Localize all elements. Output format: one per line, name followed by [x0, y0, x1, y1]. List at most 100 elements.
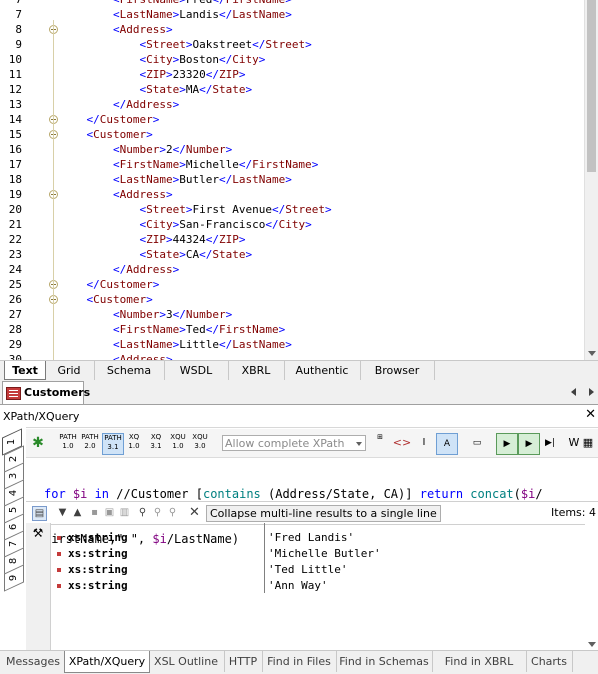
output-tab-xsl-outline[interactable]: XSL Outline: [148, 651, 225, 672]
line-number: 26: [8, 293, 22, 306]
tag-name: ZIP: [218, 68, 239, 81]
find-icon[interactable]: ⚲: [136, 506, 149, 519]
result-row[interactable]: xs:string 'Michelle Butler': [50, 546, 584, 562]
code-line: <Number>3</Number>: [60, 307, 232, 322]
text-format-icon[interactable]: A: [436, 433, 458, 455]
line-number: 27: [8, 308, 22, 321]
scroll-down-arrow-icon[interactable]: [588, 351, 596, 356]
tag-name: ZIP: [146, 233, 166, 246]
line-number: 25: [8, 278, 22, 291]
xpath-2-0-button[interactable]: PATH 2.0: [80, 433, 100, 453]
clear-results-icon[interactable]: ✕: [188, 506, 201, 519]
tag-bracket: >: [245, 83, 253, 96]
editor-vertical-scrollbar[interactable]: [584, 0, 598, 360]
view-tab-grid[interactable]: Grid: [44, 361, 95, 380]
xquery-update-1-0-button[interactable]: XQU 1.0: [168, 433, 188, 453]
text-cursor-icon[interactable]: I: [414, 433, 434, 453]
close-icon[interactable]: ✕: [585, 407, 596, 422]
xpath-expression-input[interactable]: for $i in //Customer [contains (Address/…: [44, 457, 584, 546]
run-continuous-icon[interactable]: ▶: [518, 433, 540, 455]
layout-icon[interactable]: ▦: [578, 433, 598, 453]
scroll-down-arrow-icon[interactable]: [588, 642, 596, 647]
view-tab-schema[interactable]: Schema: [94, 361, 165, 380]
tag-bracket: </: [199, 248, 213, 261]
result-row[interactable]: xs:string 'Ted Little': [50, 562, 584, 578]
code-tags-icon[interactable]: <>: [392, 433, 412, 453]
tag-bracket: </: [252, 38, 266, 51]
copy-text-icon[interactable]: ▥: [118, 506, 131, 519]
view-tab-wsdl[interactable]: WSDL: [164, 361, 229, 380]
tag-name: Customer: [99, 113, 153, 126]
result-type: xs:string: [68, 563, 128, 576]
xquery-1-0-button[interactable]: XQ 1.0: [124, 433, 144, 453]
output-tab-xpath-xquery[interactable]: XPath/XQuery: [64, 651, 150, 673]
results-vertical-scrollbar[interactable]: [585, 523, 598, 651]
xpath-mode-dropdown[interactable]: Allow complete XPath: [222, 435, 366, 451]
view-tab-xbrl[interactable]: XBRL: [228, 361, 285, 380]
xpath-1-0-button[interactable]: PATH 1.0: [58, 433, 78, 453]
tag-name: City: [146, 53, 173, 66]
expression-text: /: [535, 487, 543, 501]
output-tab-find-in-schemas[interactable]: Find in Schemas: [336, 651, 433, 672]
line-number: 14: [8, 113, 22, 126]
copy-all-icon[interactable]: ▣: [103, 506, 116, 519]
xquery-3-1-button[interactable]: XQ 3.1: [146, 433, 166, 453]
result-row[interactable]: xs:string 'Fred Landis': [50, 530, 584, 546]
debug-icon[interactable]: ✱: [28, 433, 48, 453]
fold-guide: [53, 185, 54, 280]
document-tab-customers[interactable]: Customers: [2, 381, 90, 404]
view-tab-text[interactable]: Text: [4, 361, 46, 380]
line-number: 28: [8, 323, 22, 336]
code-area[interactable]: <FirstName>Fred</FirstName> <LastName>La…: [60, 0, 585, 360]
xquery-update-3-0-button[interactable]: XQU 3.0: [190, 433, 210, 453]
find-next-icon[interactable]: ⚲: [151, 506, 164, 519]
xpath-window-title: XPath/XQuery: [3, 410, 80, 423]
previous-result-up-icon[interactable]: ▲: [71, 506, 84, 519]
output-tab-charts[interactable]: Charts: [526, 651, 573, 672]
code-line: <Street>Oakstreet</Street>: [60, 37, 311, 52]
copy-icon[interactable]: ▪: [88, 506, 101, 519]
element-text: San-Francisco: [179, 218, 266, 231]
code-line: <FirstName>Michelle</FirstName>: [60, 157, 318, 172]
results-column-separator[interactable]: [264, 523, 265, 593]
tab-scroll-right-icon[interactable]: [589, 388, 594, 396]
output-tab-http[interactable]: HTTP: [224, 651, 263, 672]
line-number: 8: [15, 23, 22, 36]
find-previous-icon[interactable]: ⚲: [166, 506, 179, 519]
xpath-3-1-button[interactable]: PATH 3.1: [102, 433, 124, 455]
view-tab-authentic[interactable]: Authentic: [284, 361, 361, 380]
tag-name: Number: [185, 308, 226, 321]
line-number: 16: [8, 143, 22, 156]
next-result-down-icon[interactable]: ▼: [56, 506, 69, 519]
tab-scroll-left-icon[interactable]: [571, 388, 576, 396]
output-tab-messages[interactable]: Messages: [2, 651, 65, 672]
output-tab-find-in-files[interactable]: Find in Files: [262, 651, 337, 672]
tag-name: Street: [265, 38, 306, 51]
function-name: contains: [202, 487, 261, 501]
code-line: <State>CA</State>: [60, 247, 252, 262]
highlight-icon[interactable]: ▭: [467, 433, 487, 453]
tag-bracket: </: [271, 203, 286, 216]
collapse-multiline-button[interactable]: Collapse multi-line results to a single …: [206, 505, 441, 522]
results-options-icon[interactable]: ▤: [32, 506, 47, 521]
result-value: 'Ted Little': [268, 563, 348, 576]
xml-text-editor[interactable]: 7789101112131415161718192021222324252627…: [0, 0, 598, 360]
step-evaluate-icon[interactable]: ▶|: [540, 433, 560, 453]
tag-bracket: >: [238, 233, 246, 246]
evaluate-node-icon[interactable]: ⊞: [370, 433, 390, 453]
tag-bracket: </: [205, 233, 219, 246]
tag-bracket: <: [112, 188, 120, 201]
run-evaluation-icon[interactable]: ▶: [496, 433, 518, 455]
line-number: 19: [8, 188, 22, 201]
tools-icon[interactable]: ⚒: [31, 526, 45, 540]
output-tab-find-in-xbrl[interactable]: Find in XBRL: [432, 651, 527, 672]
result-bullet-icon: [57, 584, 61, 588]
result-row[interactable]: xs:string 'Ann Way': [50, 578, 584, 594]
scrollbar-thumb[interactable]: [587, 0, 596, 172]
view-tab-browser[interactable]: Browser: [360, 361, 435, 380]
